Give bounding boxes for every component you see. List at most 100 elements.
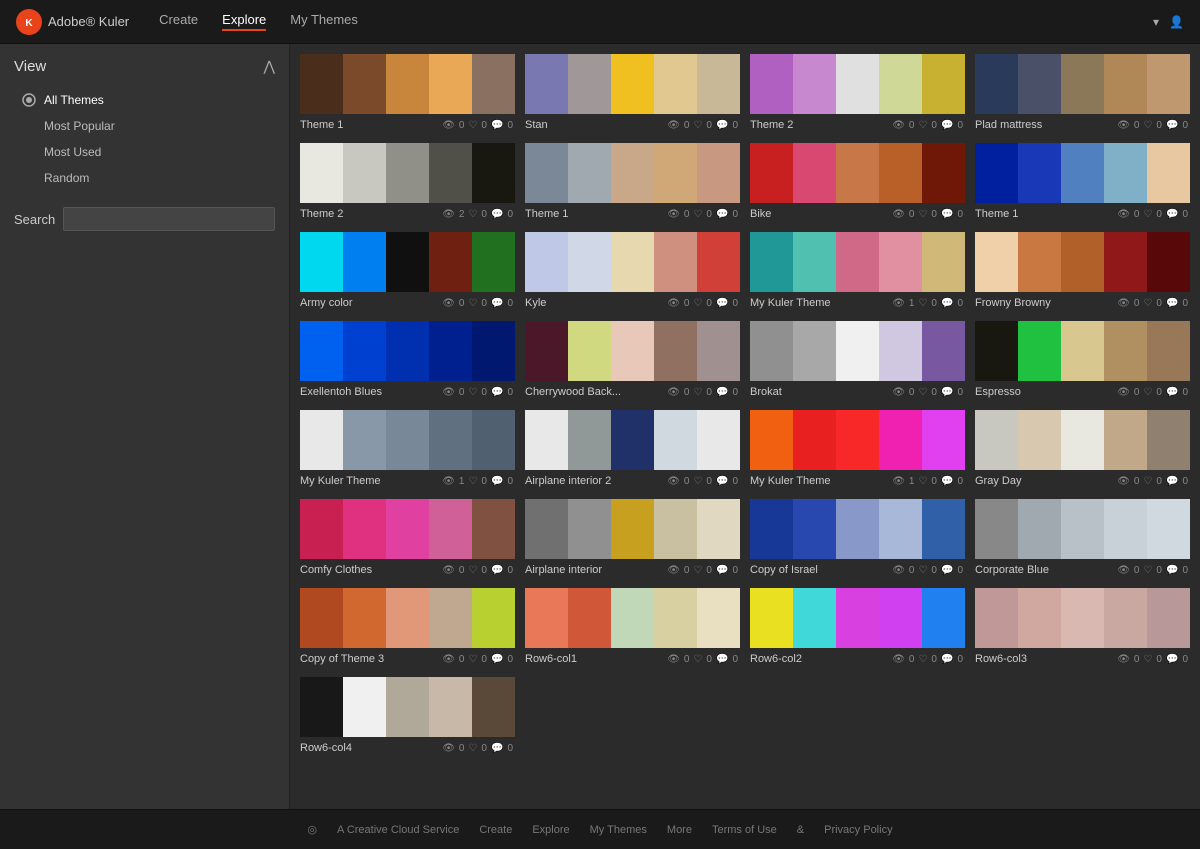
like-count: 0 [481,654,487,665]
theme-info: Brokat👁0 ♡0 💬0 [750,381,965,400]
color-swatch [472,410,515,470]
theme-card[interactable]: My Kuler Theme👁1 ♡0 💬0 [750,410,965,489]
search-input[interactable] [63,207,275,231]
theme-card[interactable]: Theme 2👁0 ♡0 💬0 [750,54,965,133]
footer-link-my-themes[interactable]: My Themes [590,824,647,836]
color-swatch [611,232,654,292]
theme-card[interactable]: My Kuler Theme👁1 ♡0 💬0 [750,232,965,311]
theme-card[interactable]: Brokat👁0 ♡0 💬0 [750,321,965,400]
theme-card[interactable]: Corporate Blue👁0 ♡0 💬0 [975,499,1190,578]
footer-privacy[interactable]: Privacy Policy [824,824,892,836]
theme-card[interactable]: Plad mattress👁0 ♡0 💬0 [975,54,1190,133]
collapse-icon[interactable]: ⋀ [264,58,275,75]
theme-name: Plad mattress [975,119,1113,131]
theme-name: Exellentoh Blues [300,386,438,398]
view-count: 0 [459,565,465,576]
comment-icon: 💬 [716,120,728,131]
sidebar-item-random[interactable]: Random [14,165,275,191]
svg-text:K: K [25,18,33,29]
theme-card[interactable]: Row6-col1👁0 ♡0 💬0 [525,588,740,667]
theme-info: Army color👁0 ♡0 💬0 [300,292,515,311]
theme-card[interactable]: Theme 2👁2 ♡0 💬0 [300,143,515,222]
theme-swatches [525,499,740,559]
view-count: 0 [459,654,465,665]
theme-card[interactable]: Copy of Theme 3👁0 ♡0 💬0 [300,588,515,667]
like-count: 0 [931,298,937,309]
theme-stats: 👁0 ♡0 💬0 [442,298,513,309]
theme-name: Theme 2 [750,119,888,131]
comment-count: 0 [507,387,513,398]
color-swatch [568,232,611,292]
comment-count: 0 [1182,476,1188,487]
footer-link-explore[interactable]: Explore [532,824,569,836]
comment-count: 0 [1182,209,1188,220]
color-swatch [525,321,568,381]
color-swatch [1104,232,1147,292]
sidebar-item-most-used[interactable]: Most Used [14,139,275,165]
theme-card[interactable]: Kyle👁0 ♡0 💬0 [525,232,740,311]
theme-card[interactable]: Bike👁0 ♡0 💬0 [750,143,965,222]
color-swatch [386,588,429,648]
theme-card[interactable]: Cherrywood Back...👁0 ♡0 💬0 [525,321,740,400]
nav-my-themes[interactable]: My Themes [290,12,358,31]
color-swatch [654,410,697,470]
theme-swatches [750,410,965,470]
footer-link-more[interactable]: More [667,824,692,836]
theme-card[interactable]: Row6-col2👁0 ♡0 💬0 [750,588,965,667]
theme-card[interactable]: Stan👁0 ♡0 💬0 [525,54,740,133]
theme-card[interactable]: Army color👁0 ♡0 💬0 [300,232,515,311]
comment-icon: 💬 [941,387,953,398]
color-swatch [568,321,611,381]
nav-create[interactable]: Create [159,12,198,31]
theme-card[interactable]: Theme 1👁0 ♡0 💬0 [525,143,740,222]
heart-icon: ♡ [468,743,477,754]
theme-swatches [525,232,740,292]
color-swatch [611,499,654,559]
theme-card[interactable]: Frowny Browny👁0 ♡0 💬0 [975,232,1190,311]
theme-card[interactable]: Comfy Clothes👁0 ♡0 💬0 [300,499,515,578]
theme-card[interactable]: Airplane interior👁0 ♡0 💬0 [525,499,740,578]
dropdown-arrow-icon[interactable]: ▾ [1153,15,1159,29]
theme-card[interactable]: My Kuler Theme👁1 ♡0 💬0 [300,410,515,489]
color-swatch [922,143,965,203]
theme-card[interactable]: Row6-col3👁0 ♡0 💬0 [975,588,1190,667]
comment-icon: 💬 [941,565,953,576]
theme-info: My Kuler Theme👁1 ♡0 💬0 [750,292,965,311]
theme-swatches [975,321,1190,381]
color-swatch [343,143,386,203]
like-count: 0 [931,120,937,131]
theme-card[interactable]: Airplane interior 2👁0 ♡0 💬0 [525,410,740,489]
eye-icon: 👁 [667,120,680,131]
footer-terms[interactable]: Terms of Use [712,824,777,836]
color-swatch [1104,321,1147,381]
color-swatch [793,588,836,648]
theme-name: Brokat [750,386,888,398]
theme-card[interactable]: Theme 1👁0 ♡0 💬0 [975,143,1190,222]
nav-explore[interactable]: Explore [222,12,266,31]
color-swatch [1061,410,1104,470]
heart-icon: ♡ [918,209,927,220]
theme-card[interactable]: Gray Day👁0 ♡0 💬0 [975,410,1190,489]
color-swatch [697,499,740,559]
eye-icon: 👁 [1117,120,1130,131]
color-swatch [525,588,568,648]
color-swatch [429,232,472,292]
theme-info: Corporate Blue👁0 ♡0 💬0 [975,559,1190,578]
theme-card[interactable]: Copy of Israel👁0 ♡0 💬0 [750,499,965,578]
comment-count: 0 [1182,120,1188,131]
comment-icon: 💬 [716,209,728,220]
color-swatch [750,54,793,114]
comment-count: 0 [1182,654,1188,665]
theme-card[interactable]: Espresso👁0 ♡0 💬0 [975,321,1190,400]
theme-card[interactable]: Exellentoh Blues👁0 ♡0 💬0 [300,321,515,400]
theme-card[interactable]: Theme 1👁0 ♡0 💬0 [300,54,515,133]
user-avatar-icon[interactable]: 👤 [1169,15,1184,29]
theme-card[interactable]: Row6-col4👁0 ♡0 💬0 [300,677,515,756]
footer-link-create[interactable]: Create [479,824,512,836]
comment-icon: 💬 [941,476,953,487]
sidebar-item-most-popular[interactable]: Most Popular [14,113,275,139]
like-count: 0 [706,476,712,487]
sidebar-item-all-themes[interactable]: All Themes [14,87,275,113]
theme-stats: 👁0 ♡0 💬0 [892,565,963,576]
theme-info: Frowny Browny👁0 ♡0 💬0 [975,292,1190,311]
